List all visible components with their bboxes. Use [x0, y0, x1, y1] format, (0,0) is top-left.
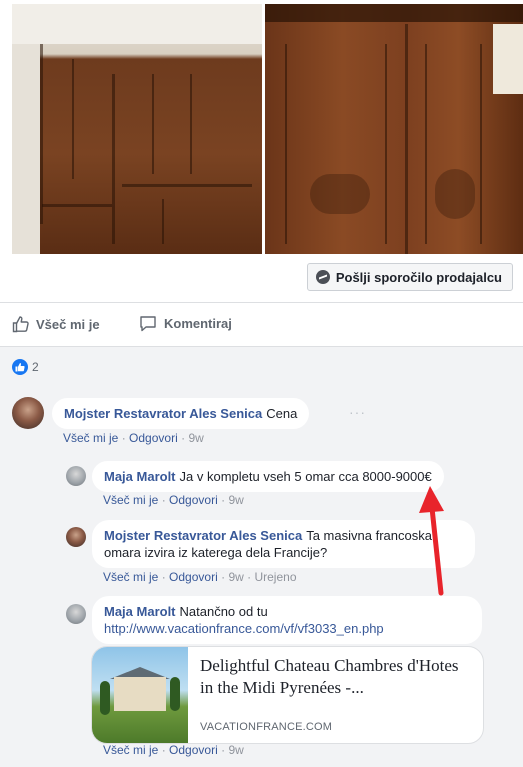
like-reaction-icon — [12, 359, 28, 375]
more-options-icon[interactable]: ··· — [349, 404, 366, 420]
comment-reply-link[interactable]: Odgovori — [169, 493, 218, 507]
link-preview-card[interactable]: Delightful Chateau Chambres d'Hotes in t… — [91, 646, 484, 744]
comment-like-link[interactable]: Všeč mi je — [63, 431, 118, 445]
link-preview-thumbnail — [92, 647, 188, 743]
comment-bubble: Mojster Restavrator Ales Senica Cena — [52, 398, 310, 429]
comment-text: Natančno od tu — [179, 604, 268, 619]
comment-text: Ja v kompletu vseh 5 omar cca 8000-9000€ — [179, 469, 432, 484]
comment-time[interactable]: 9w — [228, 743, 243, 757]
avatar[interactable] — [66, 527, 86, 547]
reaction-count: 2 — [32, 360, 39, 374]
messenger-icon — [315, 270, 330, 284]
link-preview-title: Delightful Chateau Chambres d'Hotes in t… — [200, 656, 459, 697]
comment-like-link[interactable]: Všeč mi je — [103, 570, 158, 584]
comment-bubble: Mojster Restavrator Ales Senica Ta masivn… — [92, 520, 475, 568]
wardrobe-photo-left[interactable] — [12, 4, 262, 254]
comment-reply-link[interactable]: Odgovori — [129, 431, 178, 445]
wardrobe-photo-right[interactable] — [265, 4, 523, 254]
comment-time[interactable]: 9w — [228, 570, 243, 584]
comments-section: 2 Mojster Restavrator Ales Senica Cena ··… — [0, 346, 523, 767]
comment-bubble: Maja Marolt Natančno od tu http://www.vac… — [92, 596, 482, 644]
message-seller-label: Pošlji sporočilo prodajalcu — [335, 269, 502, 285]
comment-meta: Všeč mi je · Odgovori · 9w — [103, 493, 244, 507]
comment-meta: Všeč mi je · Odgovori · 9w — [103, 743, 244, 757]
avatar[interactable] — [66, 466, 86, 486]
like-label: Všeč mi je — [36, 316, 100, 332]
comment-author[interactable]: Maja Marolt — [104, 604, 176, 619]
like-button[interactable]: Všeč mi je — [12, 315, 100, 333]
message-seller-bar: Pošlji sporočilo prodajalcu — [0, 257, 523, 301]
comment-meta: Všeč mi je · Odgovori · 9w — [63, 431, 204, 445]
comment-text: Cena — [266, 406, 298, 421]
comment-url-link[interactable]: http://www.vacationfrance.com/vf/vf3033_… — [104, 621, 384, 636]
comment-meta: Všeč mi je · Odgovori · 9w · Urejeno — [103, 570, 297, 584]
comment-author[interactable]: Maja Marolt — [104, 469, 176, 484]
comment-time[interactable]: 9w — [188, 431, 203, 445]
message-seller-button[interactable]: Pošlji sporočilo prodajalcu — [306, 263, 513, 291]
comment-like-link[interactable]: Všeč mi je — [103, 743, 158, 757]
comment-time[interactable]: 9w — [228, 493, 243, 507]
comment-button[interactable]: Komentiraj — [139, 315, 232, 332]
comment-reply-link[interactable]: Odgovori — [169, 570, 218, 584]
product-photos — [0, 0, 523, 257]
post-actions: Všeč mi je Komentiraj — [0, 302, 523, 347]
comment-icon — [140, 316, 156, 332]
edited-label[interactable]: Urejeno — [254, 570, 296, 584]
link-preview-domain: VACATIONFRANCE.COM — [200, 721, 333, 733]
comment-reply-link[interactable]: Odgovori — [169, 743, 218, 757]
avatar[interactable] — [12, 397, 44, 429]
comment-author[interactable]: Mojster Restavrator Ales Senica — [64, 406, 262, 421]
comment-author[interactable]: Mojster Restavrator Ales Senica — [104, 528, 302, 543]
comment-like-link[interactable]: Všeč mi je — [103, 493, 158, 507]
comment-bubble: Maja Marolt Ja v kompletu vseh 5 omar cca… — [92, 461, 444, 492]
comment-label: Komentiraj — [164, 316, 232, 331]
avatar[interactable] — [66, 604, 86, 624]
reaction-summary[interactable]: 2 — [12, 359, 39, 375]
thumbs-up-icon — [12, 316, 29, 333]
